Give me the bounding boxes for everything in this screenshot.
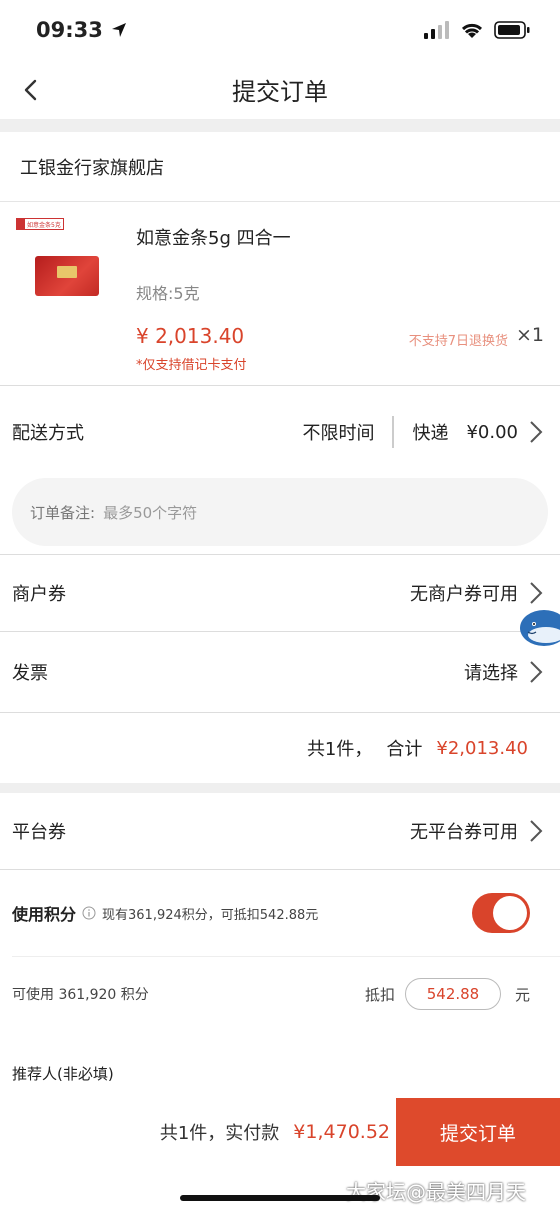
deduct-amount-value: 542.88 <box>426 985 480 1003</box>
points-info: 现有361,924积分，可抵扣542.88元 <box>102 907 319 923</box>
footer-amount: ¥1,470.52 <box>293 1121 390 1143</box>
location-arrow-icon <box>111 23 126 37</box>
platform-coupon-label: 平台券 <box>12 822 66 843</box>
chevron-right-icon <box>530 820 543 842</box>
toggle-knob <box>493 896 527 930</box>
product-badge-text: 如意金条5克 <box>27 221 61 229</box>
info-icon[interactable] <box>82 906 96 920</box>
delivery-fee: ¥0.00 <box>466 421 518 443</box>
time-text: 09:33 <box>36 18 103 42</box>
delivery-time[interactable]: 不限时间 <box>302 419 374 445</box>
points-available: 可使用 361,920 积分 <box>12 987 149 1003</box>
section-gap <box>0 783 560 793</box>
product-card[interactable]: 如意金条5克 如意金条5g 四合一 规格:5克 ¥ 2,013.40 *仅支持借… <box>0 202 560 386</box>
platform-coupon-value: 无平台券可用 <box>410 822 518 843</box>
status-bar: 09:33 <box>0 0 560 60</box>
page-title: 提交订单 <box>232 78 328 106</box>
battery-icon <box>494 21 530 39</box>
merchant-coupon-label: 商户券 <box>12 584 66 605</box>
subtotal-total-label: 合计 <box>386 739 423 760</box>
footer-summary: 共1件，实付款 <box>159 1123 280 1144</box>
order-remark-input[interactable]: 订单备注: 最多50个字符 <box>12 478 548 546</box>
status-icons <box>424 21 530 39</box>
product-quantity: ×1 <box>515 324 544 346</box>
shop-name: 工银金行家旗舰店 <box>0 132 560 202</box>
points-deduct-row: 可使用 361,920 积分 抵扣 542.88 元 <box>0 957 560 1031</box>
product-image: 如意金条5克 <box>14 216 114 316</box>
chevron-right-icon <box>530 421 543 443</box>
product-title: 如意金条5g 四合一 <box>136 228 291 249</box>
deduct-unit: 元 <box>514 985 530 1004</box>
points-row: 使用积分 现有361,924积分，可抵扣542.88元 <box>0 870 560 956</box>
chevron-right-icon <box>530 582 543 604</box>
wifi-icon <box>461 23 483 38</box>
invoice-value: 请选择 <box>464 663 518 684</box>
delivery-method: 快递 <box>412 423 449 444</box>
status-time: 09:33 <box>36 18 127 42</box>
submit-order-button[interactable]: 提交订单 <box>396 1098 560 1166</box>
points-label: 使用积分 <box>12 905 77 924</box>
remark-placeholder: 最多50个字符 <box>103 503 198 522</box>
invoice-row[interactable]: 发票 请选择 <box>0 632 560 712</box>
remark-label: 订单备注: <box>30 503 96 522</box>
section-gap <box>0 120 560 132</box>
referrer-label: 推荐人(非必填) <box>12 1065 114 1083</box>
nav-bar: 提交订单 <box>0 60 560 120</box>
delivery-separator <box>392 416 395 448</box>
subtotal-row: 共1件， 合计 ¥2,013.40 <box>0 713 560 783</box>
whale-floating-icon[interactable] <box>518 604 560 650</box>
subtotal-count: 共1件， <box>306 739 373 760</box>
home-indicator[interactable] <box>180 1195 380 1201</box>
signal-icon <box>424 21 449 39</box>
merchant-coupon-value: 无商户券可用 <box>410 584 518 605</box>
deduct-label: 抵扣 <box>364 985 395 1004</box>
product-price: ¥ 2,013.40 <box>136 324 245 348</box>
deduct-amount-input[interactable]: 542.88 <box>404 978 501 1010</box>
referrer-field[interactable]: 推荐人(非必填) <box>0 1063 560 1084</box>
return-policy-note: 不支持7日退换货 <box>408 334 508 349</box>
checkout-bar: 共1件，实付款 ¥1,470.52 提交订单 <box>0 1098 560 1166</box>
merchant-coupon-row[interactable]: 商户券 无商户券可用 <box>0 555 560 631</box>
delivery-label: 配送方式 <box>12 423 84 444</box>
chevron-right-icon <box>530 661 543 683</box>
subtotal-total: ¥2,013.40 <box>436 737 528 759</box>
invoice-label: 发票 <box>12 663 48 684</box>
platform-coupon-row[interactable]: 平台券 无平台券可用 <box>0 793 560 869</box>
product-spec: 规格:5克 <box>136 284 200 303</box>
delivery-row[interactable]: 配送方式 不限时间 快递 ¥0.00 <box>0 386 560 478</box>
back-arrow-icon[interactable] <box>18 76 46 104</box>
payment-note: *仅支持借记卡支付 <box>136 358 247 373</box>
points-toggle[interactable] <box>472 893 530 933</box>
